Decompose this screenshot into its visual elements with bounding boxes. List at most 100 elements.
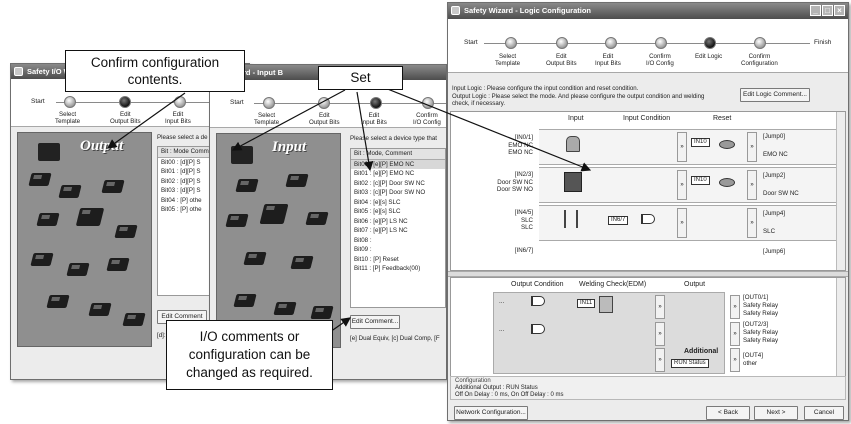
step-label: Select Template: [254, 112, 280, 126]
app-icon: [14, 67, 23, 76]
output-icon: [38, 143, 60, 161]
column-header-input: Input: [568, 115, 584, 122]
image-title: Input: [272, 139, 307, 155]
info-text: Input Logic : Please configure the input…: [452, 85, 705, 107]
additional-label: Additional: [684, 348, 719, 355]
output-logic-panel: Output Condition Welding Check(EDM) Outp…: [450, 277, 846, 377]
step-label: Confirm I/O Config: [413, 112, 441, 126]
list-item[interactable]: Bit08 :: [351, 236, 445, 246]
expand-chevron[interactable]: »: [677, 208, 687, 238]
image-title: Output: [80, 138, 124, 154]
expand-chevron[interactable]: »: [730, 322, 740, 346]
step-edit-input-bits[interactable]: [370, 97, 382, 109]
cancel-button[interactable]: Cancel: [804, 406, 844, 420]
input-row-label: [IN0/1] EMO NC EMO NC: [508, 134, 533, 156]
jump-comment: Door SW NC: [763, 190, 799, 197]
maximize-button[interactable]: □: [822, 5, 833, 16]
step-confirm-io-config[interactable]: [422, 97, 434, 109]
expand-chevron[interactable]: »: [747, 208, 757, 238]
list-header: Bit : Mode, Comment: [351, 149, 445, 160]
expand-chevron[interactable]: »: [730, 295, 740, 319]
list-item[interactable]: Bit07 : [e][P] LS NC: [351, 226, 445, 236]
input-row[interactable]: [539, 129, 839, 165]
window-title: Safety Wizard - Logic Configuration: [464, 6, 592, 15]
list-item[interactable]: Bit06 : [e][P] LS NC: [351, 217, 445, 227]
expand-chevron[interactable]: »: [730, 348, 740, 372]
wizard-steps: Start Finish Select Template Edit Output…: [448, 19, 848, 73]
step-select-template[interactable]: [64, 96, 76, 108]
callout-confirm-configuration: Confirm configuration contents.: [65, 50, 245, 92]
reset-input-tag: IN10: [691, 138, 710, 147]
output-label: [OUT0/1] Safety Relay Safety Relay: [743, 294, 779, 317]
jump-comment: SLC: [763, 228, 776, 235]
emo-switch-icon: [566, 136, 580, 152]
step-label: Select Template: [495, 53, 521, 67]
minimize-button[interactable]: _: [810, 5, 821, 16]
step-select-template[interactable]: [263, 97, 275, 109]
step-edit-output-bits[interactable]: [318, 97, 330, 109]
and-gate-icon: [531, 296, 545, 306]
step-label: Confirm I/O Config: [646, 53, 674, 67]
bit-list[interactable]: Bit : Mode, Comment Bit00 : [e][P] EMO N…: [350, 148, 446, 308]
step-confirm-io-config[interactable]: [655, 37, 667, 49]
list-item[interactable]: Bit09 :: [351, 245, 445, 255]
list-item[interactable]: Bit04 : [e][s] SLC: [351, 198, 445, 208]
step-edit-input-bits[interactable]: [174, 96, 186, 108]
jump-label: [Jump4]: [763, 210, 786, 217]
input-row-label: [IN2/3] Door SW NC Door SW NO: [496, 171, 533, 193]
expand-chevron[interactable]: »: [655, 348, 665, 372]
expand-chevron[interactable]: »: [655, 322, 665, 346]
expand-chevron[interactable]: »: [747, 170, 757, 200]
step-label: Edit Logic: [695, 53, 723, 60]
step-label: Edit Output Bits: [309, 112, 340, 126]
step-start-label: Start: [464, 39, 478, 46]
jump-label: [Jump2]: [763, 172, 786, 179]
expand-chevron[interactable]: »: [747, 132, 757, 162]
vertical-scrollbar[interactable]: [836, 278, 845, 376]
expand-chevron[interactable]: »: [655, 295, 665, 319]
step-edit-output-bits[interactable]: [556, 37, 568, 49]
input-row-label: [IN4/5] SLC SLC: [514, 209, 533, 231]
step-start-label: Start: [31, 98, 45, 105]
list-item[interactable]: Bit10 : [P] Reset: [351, 255, 445, 265]
step-edit-input-bits[interactable]: [605, 37, 617, 49]
list-item[interactable]: Bit11 : [P] Feedback(00): [351, 264, 445, 274]
step-confirm-configuration[interactable]: [754, 37, 766, 49]
list-item[interactable]: Bit03 : [c][P] Door SW NO: [351, 188, 445, 198]
expand-chevron[interactable]: »: [677, 170, 687, 200]
step-select-template[interactable]: [505, 37, 517, 49]
slc-icon: [564, 210, 578, 228]
input-row[interactable]: [539, 205, 839, 241]
expand-chevron[interactable]: »: [677, 132, 687, 162]
list-item[interactable]: Bit05 : [e][s] SLC: [351, 207, 445, 217]
step-label: Edit Output Bits: [546, 53, 577, 67]
prompt-text: Please select a device type that: [350, 135, 438, 142]
step-label: Edit Input Bits: [165, 111, 191, 125]
step-label: Select Template: [55, 111, 81, 125]
list-item[interactable]: Bit01 : [e][P] EMO NC: [351, 169, 445, 179]
back-button[interactable]: < Back: [706, 406, 750, 420]
jump-label: [Jump6]: [763, 248, 786, 255]
column-header-input-condition: Input Condition: [623, 115, 671, 122]
edit-comment-button[interactable]: Edit Comment...: [350, 315, 400, 329]
vertical-scrollbar[interactable]: [836, 112, 845, 270]
input-logic-panel: Input Input Condition Reset [IN0/1] EMO …: [450, 111, 846, 271]
legend-text: [e] Dual Equiv, [c] Dual Comp, [F: [350, 335, 440, 342]
close-button[interactable]: ×: [834, 5, 845, 16]
reset-icon: [719, 140, 735, 149]
configuration-text: Additional Output : RUN Status Off On De…: [455, 385, 564, 398]
list-item[interactable]: Bit02 : [c][P] Door SW NC: [351, 179, 445, 189]
run-status-tag: RUN Status: [671, 359, 709, 368]
network-configuration-button[interactable]: Network Configuration...: [454, 406, 528, 420]
dots: ...: [499, 326, 505, 333]
step-edit-logic[interactable]: [704, 37, 716, 49]
column-header-reset: Reset: [713, 115, 732, 122]
edit-logic-comment-button[interactable]: Edit Logic Comment...: [740, 88, 810, 102]
step-edit-output-bits[interactable]: [119, 96, 131, 108]
and-gate-icon: [531, 324, 545, 334]
step-label: Edit Input Bits: [595, 53, 621, 67]
step-label: Edit Input Bits: [361, 112, 387, 126]
next-button[interactable]: Next >: [754, 406, 798, 420]
column-header-output-condition: Output Condition: [511, 281, 564, 288]
list-item[interactable]: Bit00 : [e][P] EMO NC: [351, 159, 445, 169]
